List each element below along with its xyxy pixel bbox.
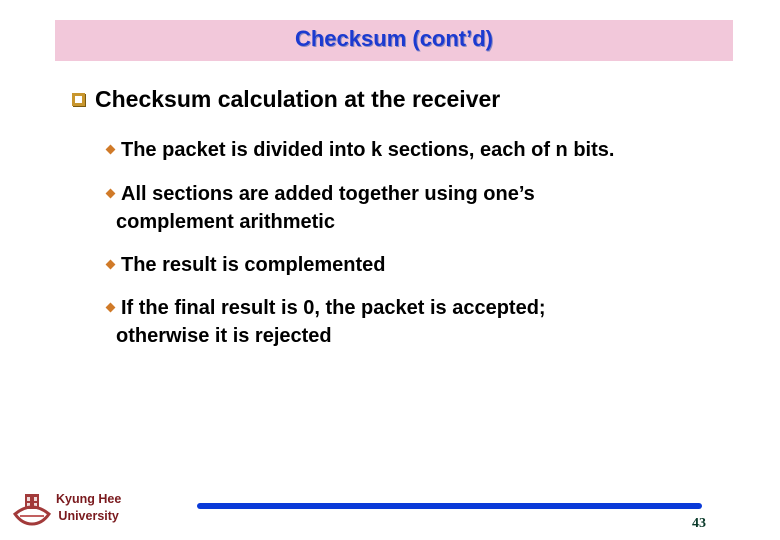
main-bullet: Checksum calculation at the receiver	[72, 86, 500, 113]
sub-bullet-continuation: otherwise it is rejected	[116, 325, 332, 347]
slide-title-bar: Checksum (cont’d)	[55, 20, 733, 61]
university-logo-icon	[12, 494, 52, 526]
sub-bullet-text: The result is complemented	[121, 254, 386, 276]
diamond-bullet-icon	[105, 188, 116, 199]
sub-bullet-2: All sections are added together using on…	[104, 180, 535, 236]
university-name-line1: Kyung Hee	[56, 492, 122, 506]
slide-title: Checksum (cont’d)	[294, 25, 494, 51]
sub-bullet-text: The packet is divided into k sections, e…	[121, 139, 615, 161]
sub-bullet-4: If the final result is 0, the packet is …	[104, 294, 546, 350]
page-number: 43	[692, 516, 706, 531]
university-name: Kyung Hee University	[56, 491, 121, 525]
sub-bullet-3: The result is complemented	[104, 251, 386, 279]
square-bullet-icon	[72, 93, 85, 106]
sub-bullet-continuation: complement arithmetic	[116, 211, 335, 233]
sub-bullet-text: If the final result is 0, the packet is …	[121, 297, 546, 319]
diamond-bullet-icon	[105, 259, 116, 270]
university-name-line2: University	[58, 509, 119, 523]
sub-bullet-text: All sections are added together using on…	[121, 183, 535, 205]
main-bullet-text: Checksum calculation at the receiver	[95, 86, 501, 112]
sub-bullet-1: The packet is divided into k sections, e…	[104, 136, 614, 164]
diamond-bullet-icon	[105, 144, 116, 155]
diamond-bullet-icon	[105, 302, 116, 313]
footer-divider	[197, 503, 702, 509]
